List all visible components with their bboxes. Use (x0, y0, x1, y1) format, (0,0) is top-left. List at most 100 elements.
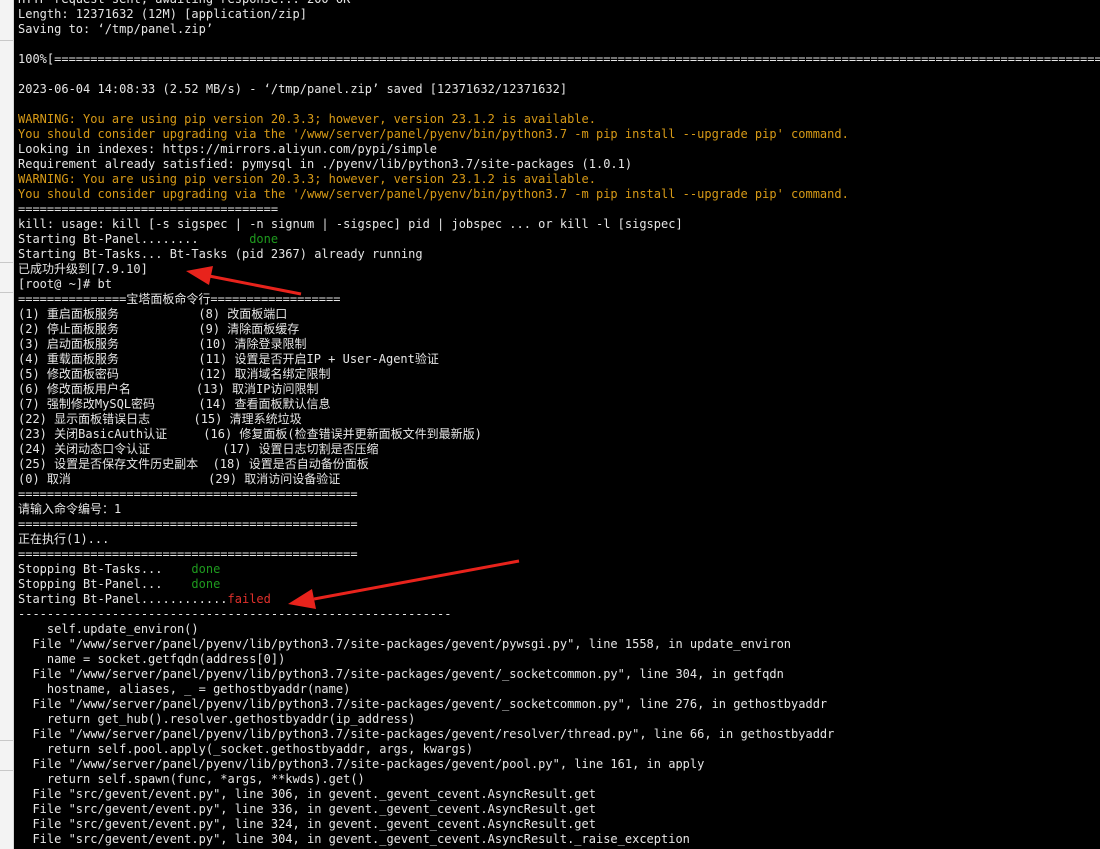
terminal-line: HTTP request sent, awaiting response... … (18, 0, 1100, 7)
terminal-line: (7) 强制修改MySQL密码 (14) 查看面板默认信息 (18, 397, 1100, 412)
output-text: File "/www/server/panel/pyenv/lib/python… (18, 667, 784, 681)
output-text: return self.pool.apply(_socket.gethostby… (18, 742, 474, 756)
terminal-line: WARNING: You are using pip version 20.3.… (18, 172, 1100, 187)
output-text: 100%[===================================… (18, 52, 1100, 66)
terminal-line: return self.spawn(func, *args, **kwds).g… (18, 772, 1100, 787)
terminal-line: (1) 重启面板服务 (8) 改面板端口 (18, 307, 1100, 322)
output-text: (25) 设置是否保存文件历史副本 (18) 设置是否自动备份面板 (18, 457, 369, 471)
output-text: (7) 强制修改MySQL密码 (14) 查看面板默认信息 (18, 397, 331, 411)
terminal-line: File "/www/server/panel/pyenv/lib/python… (18, 697, 1100, 712)
terminal-line: Requirement already satisfied: pymysql i… (18, 157, 1100, 172)
terminal-line: ========================================… (18, 487, 1100, 502)
output-text: Stopping Bt-Panel... (18, 577, 192, 591)
output-text: 2023-06-04 14:08:33 (2.52 MB/s) - ‘/tmp/… (18, 82, 568, 96)
terminal-line: Looking in indexes: https://mirrors.aliy… (18, 142, 1100, 157)
terminal-line: ----------------------------------------… (18, 607, 1100, 622)
output-text: 正在执行(1)... (18, 532, 110, 546)
terminal-line: You should consider upgrading via the '/… (18, 127, 1100, 142)
output-text: Starting Bt-Panel............ (18, 592, 228, 606)
warning-text: WARNING: You are using pip version 20.3.… (18, 172, 596, 186)
terminal-line: kill: usage: kill [-s sigspec | -n signu… (18, 217, 1100, 232)
output-text: (3) 启动面板服务 (10) 清除登录限制 (18, 337, 307, 351)
terminal-line: File "/www/server/panel/pyenv/lib/python… (18, 637, 1100, 652)
status-done: done (191, 562, 221, 576)
terminal-line: (2) 停止面板服务 (9) 清除面板缓存 (18, 322, 1100, 337)
output-text: Starting Bt-Tasks... Bt-Tasks (pid 2367)… (18, 247, 423, 261)
terminal-line: (24) 关闭动态口令认证 (17) 设置日志切割是否压缩 (18, 442, 1100, 457)
output-text: File "/www/server/panel/pyenv/lib/python… (18, 697, 828, 711)
terminal-line: return self.pool.apply(_socket.gethostby… (18, 742, 1100, 757)
output-text: ----------------------------------------… (18, 607, 452, 621)
output-text: (22) 显示面板错误日志 (15) 清理系统垃圾 (18, 412, 302, 426)
sidebar-divider (0, 40, 13, 41)
terminal-line: 已成功升级到[7.9.10] (18, 262, 1100, 277)
output-text: ===============宝塔面板命令行================== (18, 292, 341, 306)
terminal-line: Saving to: ‘/tmp/panel.zip’ (18, 22, 1100, 37)
terminal-line: Stopping Bt-Panel... done (18, 577, 1100, 592)
output-text: name = socket.getfqdn(address[0]) (18, 652, 286, 666)
terminal-line: File "src/gevent/event.py", line 304, in… (18, 832, 1100, 847)
terminal-window[interactable]: HTTP request sent, awaiting response... … (14, 0, 1100, 849)
output-text: return get_hub().resolver.gethostbyaddr(… (18, 712, 416, 726)
terminal-line: File "src/gevent/event.py", line 336, in… (18, 802, 1100, 817)
terminal-line: File "src/gevent/event.py", line 324, in… (18, 817, 1100, 832)
output-text: File "/www/server/panel/pyenv/lib/python… (18, 757, 705, 771)
output-text: return self.spawn(func, *args, **kwds).g… (18, 772, 365, 786)
terminal-line: 正在执行(1)... (18, 532, 1100, 547)
terminal-line: WARNING: You are using pip version 20.3.… (18, 112, 1100, 127)
terminal-line: Stopping Bt-Tasks... done (18, 562, 1100, 577)
status-done: done (249, 232, 279, 246)
output-text: kill: usage: kill [-s sigspec | -n signu… (18, 217, 683, 231)
output-text: ==================================== (18, 202, 279, 216)
terminal-line: ==================================== (18, 202, 1100, 217)
terminal-line: (4) 重载面板服务 (11) 设置是否开启IP + User-Agent验证 (18, 352, 1100, 367)
session-sidebar[interactable] (0, 0, 14, 849)
terminal-line: File "src/gevent/event.py", line 306, in… (18, 787, 1100, 802)
output-text: File "src/gevent/event.py", line 336, in… (18, 802, 596, 816)
output-text: ========================================… (18, 517, 358, 531)
warning-text: You should consider upgrading via the '/… (18, 187, 849, 201)
terminal-line: Starting Bt-Tasks... Bt-Tasks (pid 2367)… (18, 247, 1100, 262)
terminal-output: HTTP request sent, awaiting response... … (18, 0, 1100, 847)
sidebar-divider (0, 292, 13, 293)
output-text: 已成功升级到[7.9.10] (18, 262, 148, 276)
terminal-line: You should consider upgrading via the '/… (18, 187, 1100, 202)
terminal-line: (0) 取消 (29) 取消访问设备验证 (18, 472, 1100, 487)
output-text: (6) 修改面板用户名 (13) 取消IP访问限制 (18, 382, 319, 396)
status-done: done (191, 577, 221, 591)
screenshot-frame: HTTP request sent, awaiting response... … (0, 0, 1100, 849)
output-text: File "/www/server/panel/pyenv/lib/python… (18, 637, 792, 651)
terminal-line: (6) 修改面板用户名 (13) 取消IP访问限制 (18, 382, 1100, 397)
output-text: Starting Bt-Panel........ (18, 232, 250, 246)
output-text: File "src/gevent/event.py", line 304, in… (18, 832, 690, 846)
output-text: [root@ ~]# bt (18, 277, 112, 291)
terminal-line: (25) 设置是否保存文件历史副本 (18) 设置是否自动备份面板 (18, 457, 1100, 472)
output-text: ========================================… (18, 547, 358, 561)
output-text: (23) 关闭BasicAuth认证 (16) 修复面板(检查错误并更新面板文件… (18, 427, 482, 441)
terminal-line: ===============宝塔面板命令行================== (18, 292, 1100, 307)
terminal-line: Starting Bt-Panel........ done (18, 232, 1100, 247)
output-text: File "src/gevent/event.py", line 324, in… (18, 817, 596, 831)
terminal-line: File "/www/server/panel/pyenv/lib/python… (18, 727, 1100, 742)
sidebar-divider (0, 770, 13, 771)
terminal-line: File "/www/server/panel/pyenv/lib/python… (18, 757, 1100, 772)
warning-text: WARNING: You are using pip version 20.3.… (18, 112, 596, 126)
terminal-line: 2023-06-04 14:08:33 (2.52 MB/s) - ‘/tmp/… (18, 82, 1100, 97)
terminal-line: (5) 修改面板密码 (12) 取消域名绑定限制 (18, 367, 1100, 382)
status-failed: failed (227, 592, 271, 606)
output-text: (4) 重载面板服务 (11) 设置是否开启IP + User-Agent验证 (18, 352, 439, 366)
output-text: File "/www/server/panel/pyenv/lib/python… (18, 727, 835, 741)
terminal-line: ========================================… (18, 547, 1100, 562)
terminal-line: self.update_environ() (18, 622, 1100, 637)
terminal-line: 请输入命令编号：1 (18, 502, 1100, 517)
terminal-line: return get_hub().resolver.gethostbyaddr(… (18, 712, 1100, 727)
terminal-line: (3) 启动面板服务 (10) 清除登录限制 (18, 337, 1100, 352)
terminal-line: Starting Bt-Panel............failed (18, 592, 1100, 607)
sidebar-divider (0, 740, 13, 741)
terminal-line: (22) 显示面板错误日志 (15) 清理系统垃圾 (18, 412, 1100, 427)
output-text: (0) 取消 (29) 取消访问设备验证 (18, 472, 341, 486)
output-text: Stopping Bt-Tasks... (18, 562, 192, 576)
terminal-line: File "/www/server/panel/pyenv/lib/python… (18, 667, 1100, 682)
